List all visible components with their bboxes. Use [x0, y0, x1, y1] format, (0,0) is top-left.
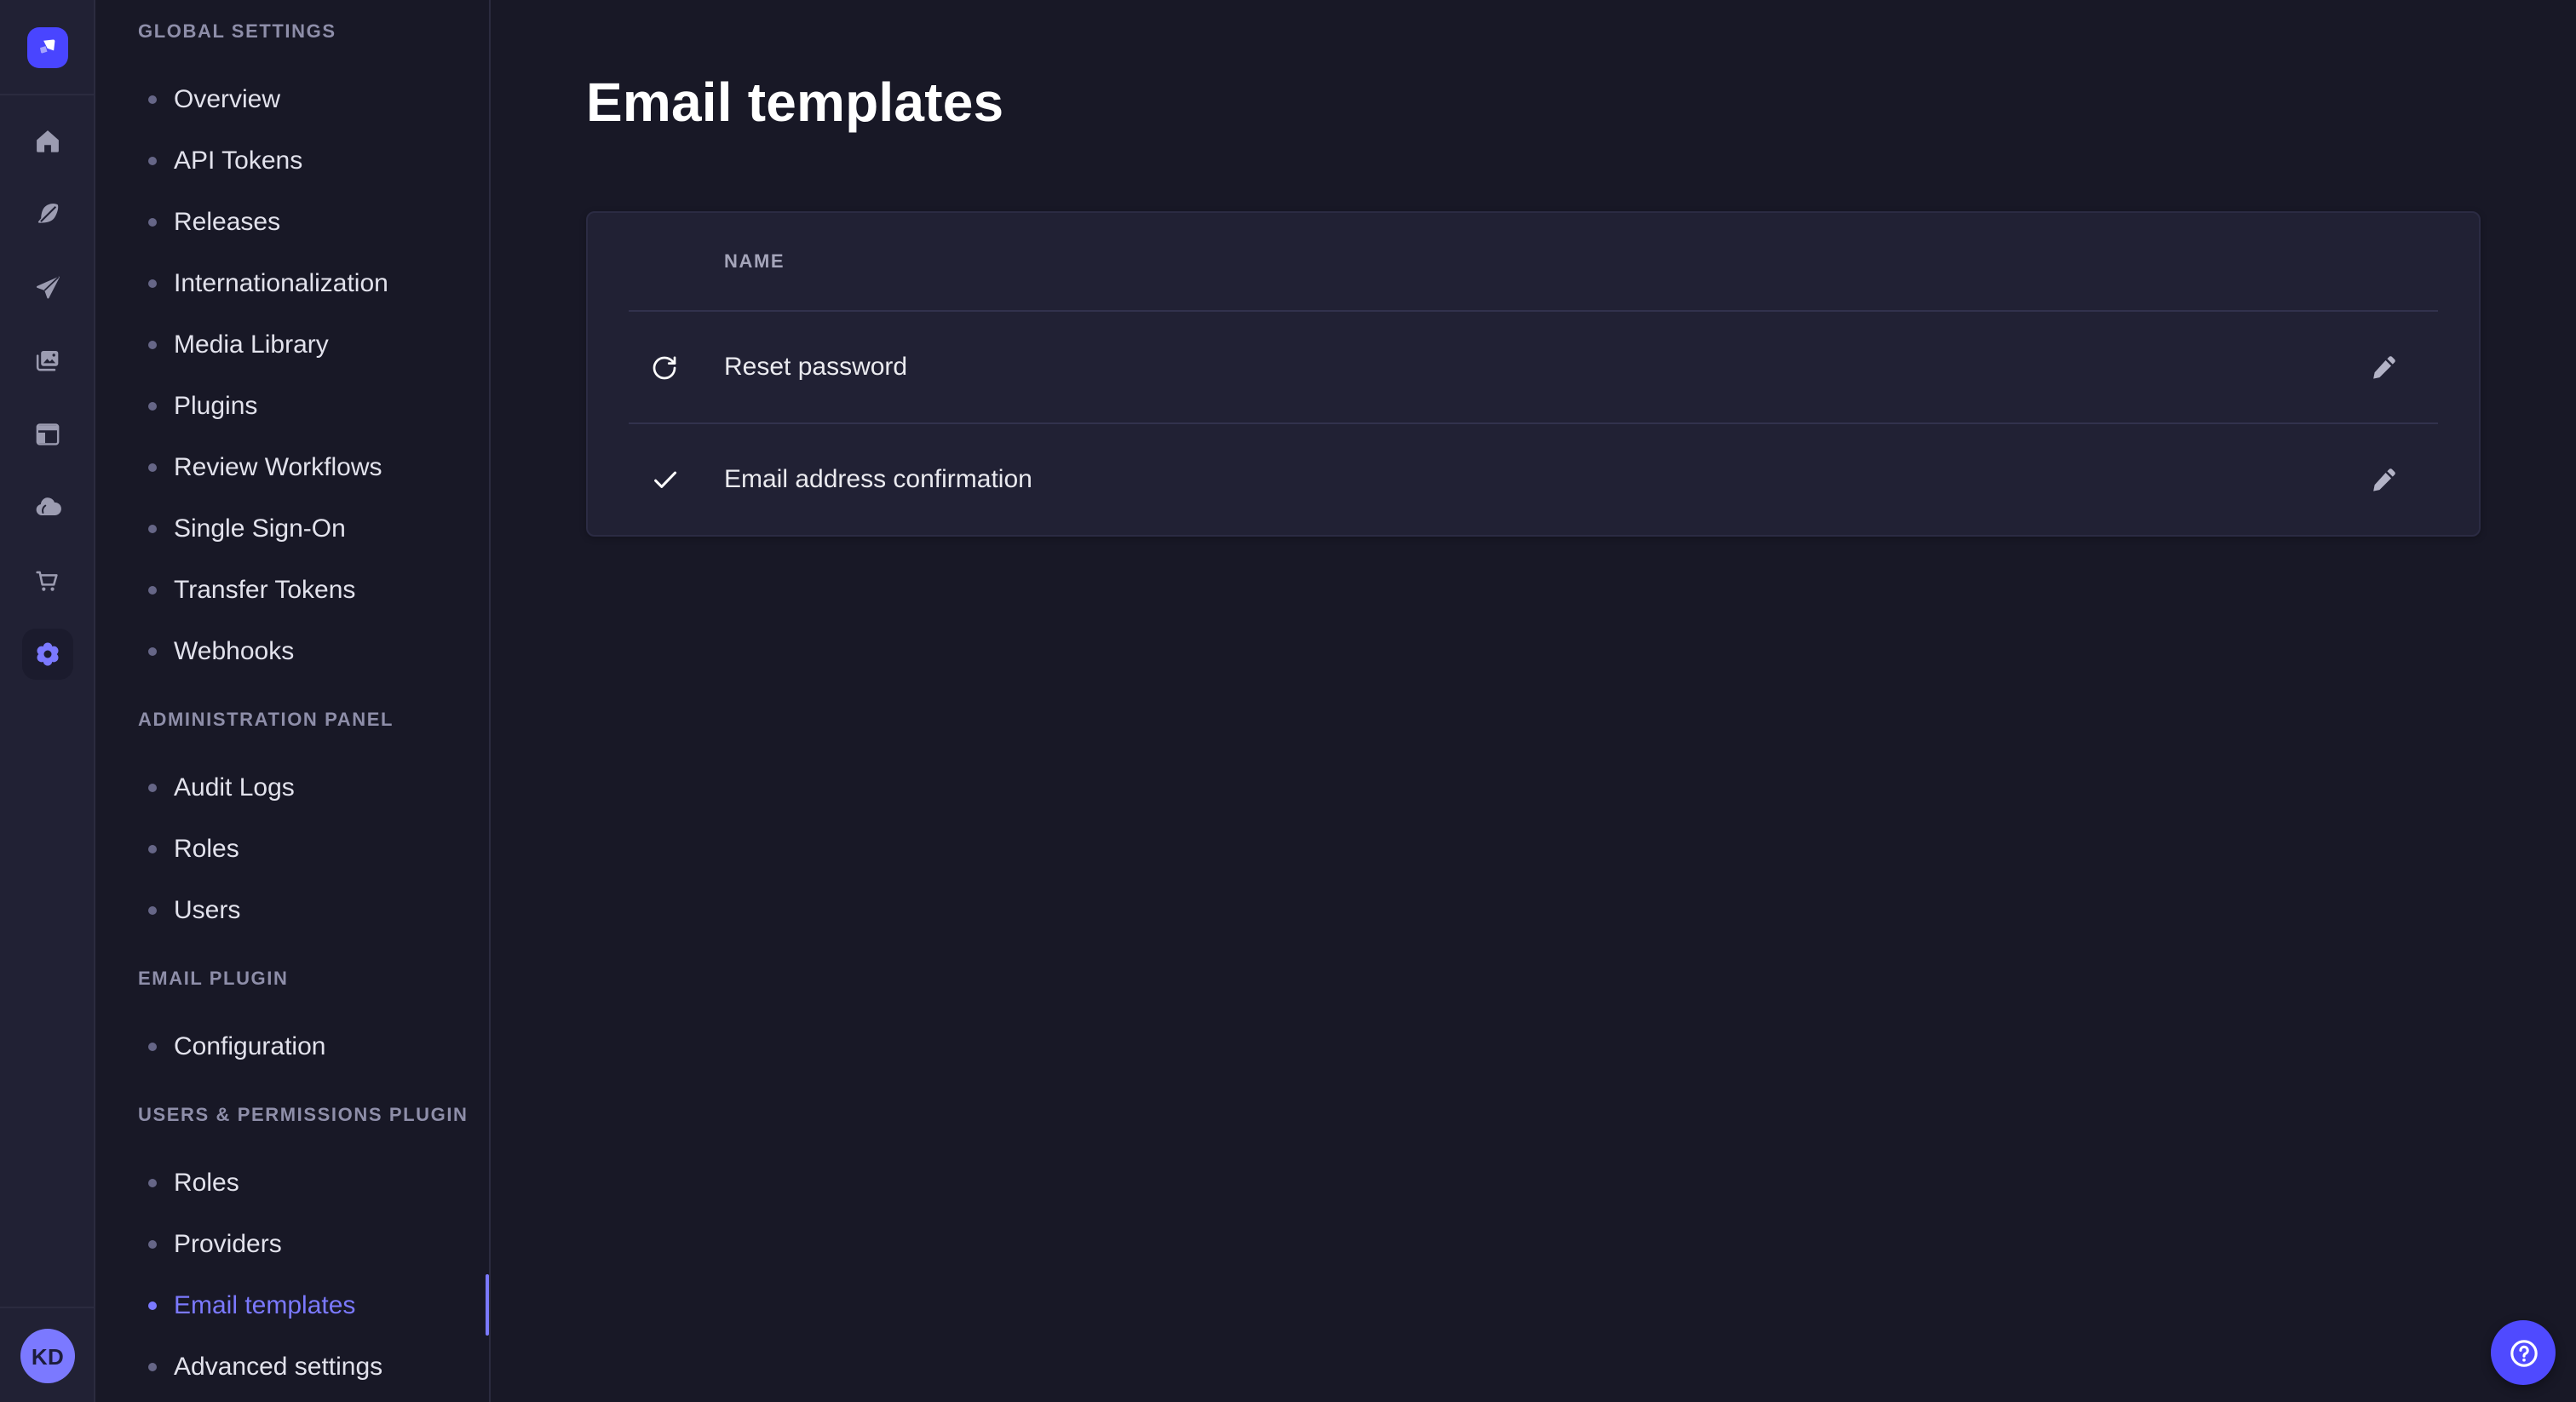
subnav-item-label: Review Workflows — [174, 452, 382, 481]
subnav-item-label: Roles — [174, 1168, 239, 1197]
subnav-item-review-workflows[interactable]: Review Workflows — [95, 436, 489, 497]
subnav-section: ADMINISTRATION PANEL Audit Logs Roles Users — [95, 704, 489, 940]
bullet-icon — [148, 279, 157, 287]
main-content: Email templates NAME Reset password Email… — [491, 0, 2576, 1402]
edit-template-button[interactable] — [2356, 452, 2411, 507]
subnav-item-label: Roles — [174, 834, 239, 863]
feather-icon[interactable] — [21, 189, 72, 240]
subnav-item-providers[interactable]: Providers — [95, 1213, 489, 1274]
subnav-item-audit-logs[interactable]: Audit Logs — [95, 756, 489, 818]
subnav-item-label: Media Library — [174, 330, 329, 359]
bullet-icon — [148, 1042, 157, 1050]
subnav-item-label: Webhooks — [174, 636, 294, 665]
subnav-item-api-tokens[interactable]: API Tokens — [95, 129, 489, 191]
pencil-icon — [2368, 352, 2399, 382]
cart-icon[interactable] — [21, 555, 72, 606]
subnav-item-label: Configuration — [174, 1031, 325, 1060]
bullet-icon — [148, 1301, 157, 1309]
subnav-item-label: Users — [174, 895, 240, 924]
refresh-icon — [647, 350, 681, 384]
subnav-item-configuration[interactable]: Configuration — [95, 1015, 489, 1077]
rail-divider — [0, 1307, 94, 1308]
template-name: Reset password — [724, 353, 907, 382]
bullet-icon — [148, 646, 157, 655]
bullet-icon — [148, 1362, 157, 1370]
subnav-section: USERS & PERMISSIONS PLUGIN Roles Providers… — [95, 1099, 489, 1397]
main-nav-rail: KD — [0, 0, 95, 1402]
help-button[interactable] — [2491, 1320, 2556, 1385]
subnav-item-users[interactable]: Users — [95, 879, 489, 940]
bullet-icon — [148, 1178, 157, 1187]
page-title: Email templates — [586, 68, 2481, 136]
subnav-item-single-sign-on[interactable]: Single Sign-On — [95, 497, 489, 559]
subnav-section-label: ADMINISTRATION PANEL — [95, 704, 489, 738]
question-circle-icon — [2505, 1335, 2541, 1370]
subnav-item-label: Transfer Tokens — [174, 575, 355, 604]
table-header-row: NAME — [588, 213, 2479, 310]
subnav-item-email-templates[interactable]: Email templates — [95, 1274, 489, 1336]
name-column-header: NAME — [724, 251, 785, 272]
subnav-item-internationalization[interactable]: Internationalization — [95, 252, 489, 313]
check-icon — [647, 463, 681, 497]
subnav-section: GLOBAL SETTINGS Overview API Tokens Release… — [95, 15, 489, 681]
subnav-item-overview[interactable]: Overview — [95, 68, 489, 129]
subnav-item-label: Internationalization — [174, 268, 388, 297]
bullet-icon — [148, 1239, 157, 1248]
logo-box — [0, 0, 94, 95]
subnav-item-label: Overview — [174, 84, 280, 113]
subnav-item-label: API Tokens — [174, 146, 302, 175]
bullet-icon — [148, 844, 157, 853]
bullet-icon — [148, 783, 157, 791]
email-templates-table: NAME Reset password Email address confirm… — [586, 211, 2481, 537]
pencil-icon — [2368, 464, 2399, 495]
subnav-item-label: Plugins — [174, 391, 257, 420]
subnav-item-label: Providers — [174, 1229, 282, 1258]
active-item-indicator — [485, 1274, 489, 1336]
subnav-item-label: Email templates — [174, 1290, 355, 1319]
subnav-item-label: Advanced settings — [174, 1352, 382, 1381]
strapi-admin-app: KD GLOBAL SETTINGS Overview API Tokens Rele… — [0, 0, 2576, 1402]
bullet-icon — [148, 905, 157, 914]
bullet-icon — [148, 401, 157, 410]
bullet-icon — [148, 524, 157, 532]
subnav-item-releases[interactable]: Releases — [95, 191, 489, 252]
template-name: Email address confirmation — [724, 465, 1032, 494]
subnav-item-media-library[interactable]: Media Library — [95, 313, 489, 375]
subnav-section-label: GLOBAL SETTINGS — [95, 15, 489, 49]
layout-icon[interactable] — [21, 409, 72, 460]
strapi-logo-icon[interactable] — [26, 26, 67, 67]
settings-subnav: GLOBAL SETTINGS Overview API Tokens Release… — [95, 0, 491, 1402]
media-library-icon[interactable] — [21, 336, 72, 387]
table-row-reset-password[interactable]: Reset password — [588, 312, 2479, 422]
bullet-icon — [148, 340, 157, 348]
bullet-icon — [148, 156, 157, 164]
bullet-icon — [148, 463, 157, 471]
subnav-item-label: Single Sign-On — [174, 514, 346, 543]
edit-template-button[interactable] — [2356, 340, 2411, 394]
subnav-item-label: Releases — [174, 207, 280, 236]
subnav-section: EMAIL PLUGIN Configuration — [95, 962, 489, 1077]
paper-plane-icon[interactable] — [21, 262, 72, 313]
subnav-section-label: EMAIL PLUGIN — [95, 962, 489, 997]
cloud-icon[interactable] — [21, 482, 72, 533]
subnav-item-webhooks[interactable]: Webhooks — [95, 620, 489, 681]
table-row-email-address-confirmation[interactable]: Email address confirmation — [588, 424, 2479, 535]
home-icon[interactable] — [21, 116, 72, 167]
subnav-item-roles[interactable]: Roles — [95, 1152, 489, 1213]
subnav-item-label: Audit Logs — [174, 773, 295, 802]
subnav-item-advanced-settings[interactable]: Advanced settings — [95, 1336, 489, 1397]
bullet-icon — [148, 217, 157, 226]
subnav-item-plugins[interactable]: Plugins — [95, 375, 489, 436]
bullet-icon — [148, 95, 157, 103]
subnav-item-transfer-tokens[interactable]: Transfer Tokens — [95, 559, 489, 620]
subnav-item-roles[interactable]: Roles — [95, 818, 489, 879]
gear-icon[interactable] — [21, 629, 72, 680]
avatar[interactable]: KD — [20, 1329, 75, 1383]
bullet-icon — [148, 585, 157, 594]
subnav-section-label: USERS & PERMISSIONS PLUGIN — [95, 1099, 489, 1133]
